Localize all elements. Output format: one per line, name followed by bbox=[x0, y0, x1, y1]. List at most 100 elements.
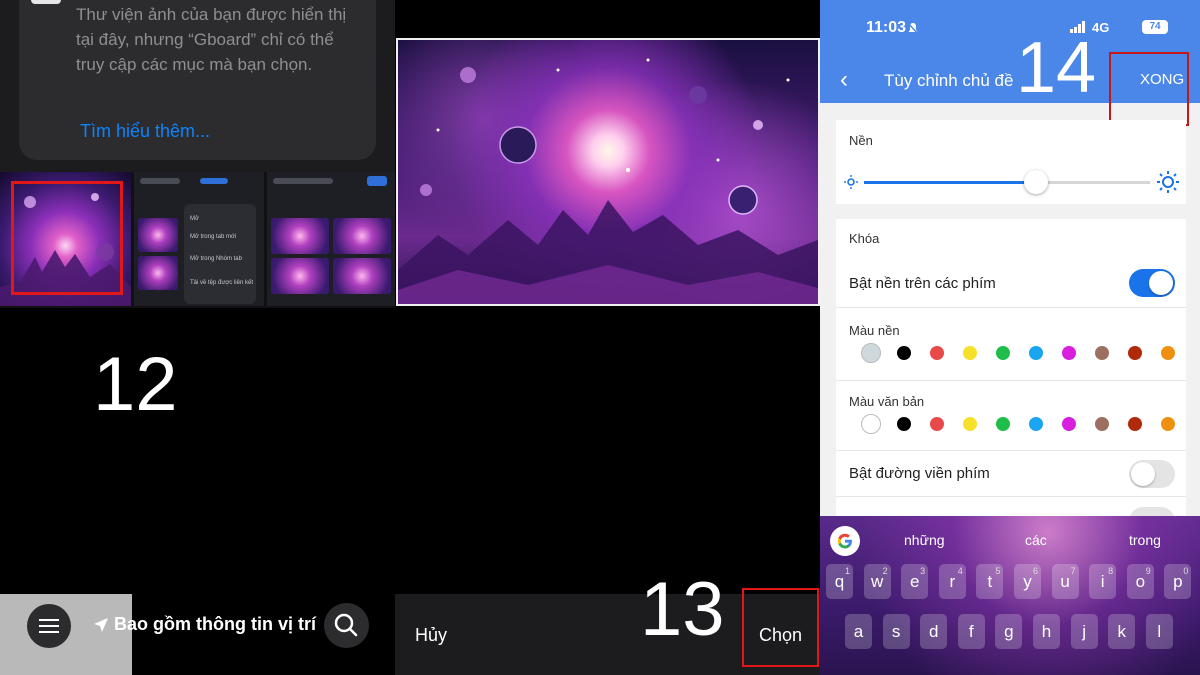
photo-thumbnail-screenshot-1[interactable]: Mở Mở trong tab mới Mở trong Nhóm tab Tả… bbox=[134, 172, 264, 306]
photo-thumbnail-screenshot-2[interactable] bbox=[267, 172, 395, 306]
key-hint: 0 bbox=[1183, 566, 1189, 576]
divider bbox=[836, 450, 1186, 451]
color-swatch[interactable] bbox=[963, 417, 977, 431]
galaxy-art bbox=[398, 58, 818, 304]
key-hint: 3 bbox=[920, 566, 926, 576]
menu-icon-line bbox=[39, 631, 59, 633]
search-button[interactable] bbox=[324, 603, 369, 648]
key-g[interactable]: g bbox=[995, 614, 1023, 649]
step-number: 12 bbox=[93, 342, 178, 427]
limited-access-card: Thư viện ảnh của bạn được hiển thị tại đ… bbox=[19, 0, 376, 160]
selected-photo-preview bbox=[396, 38, 820, 306]
key-t[interactable]: t5 bbox=[976, 564, 1004, 599]
done-highlight bbox=[1109, 52, 1189, 126]
color-swatch[interactable] bbox=[897, 417, 911, 431]
divider bbox=[836, 496, 1186, 497]
section-title: Khóa bbox=[849, 231, 880, 246]
page-title: Tùy chỉnh chủ đề bbox=[884, 71, 1014, 90]
key-k[interactable]: k bbox=[1108, 614, 1136, 649]
color-swatch[interactable] bbox=[1161, 417, 1175, 431]
key-i[interactable]: i8 bbox=[1089, 564, 1117, 599]
step-number: 14 bbox=[1016, 28, 1097, 108]
key-d[interactable]: d bbox=[920, 614, 948, 649]
mini-image bbox=[138, 256, 178, 290]
include-location-toggle[interactable]: Bao gồm thông tin vị trí bbox=[114, 614, 316, 635]
theme-settings-panel: 11:03 4G 74 ‹ Tùy chỉnh chủ đề 14 XONG N… bbox=[820, 0, 1200, 675]
mini-bar bbox=[140, 178, 180, 184]
key-s[interactable]: s bbox=[882, 614, 910, 649]
toggle-knob bbox=[1149, 271, 1173, 295]
keyboard-preview: những các trong q1 w2 e3 r4 t5 y6 u7 i8 o9 p0 asd… bbox=[820, 516, 1200, 675]
suggestion[interactable]: những bbox=[904, 532, 945, 548]
bell-muted-icon bbox=[907, 22, 919, 35]
photos-icon bbox=[31, 0, 61, 4]
color-swatch[interactable] bbox=[1095, 417, 1109, 431]
color-swatch[interactable] bbox=[930, 346, 944, 360]
key-u[interactable]: u7 bbox=[1051, 564, 1079, 599]
brightness-low-icon bbox=[844, 175, 858, 189]
color-swatch[interactable] bbox=[963, 346, 977, 360]
mini-image bbox=[333, 258, 391, 294]
text-color-label: Màu văn bản bbox=[849, 394, 925, 409]
divider bbox=[836, 307, 1186, 308]
menu-icon-line bbox=[39, 625, 59, 627]
key-e[interactable]: e3 bbox=[901, 564, 929, 599]
color-swatch[interactable] bbox=[996, 346, 1010, 360]
key-a[interactable]: a bbox=[845, 614, 872, 649]
color-swatch[interactable] bbox=[1029, 346, 1043, 360]
mini-image bbox=[271, 258, 329, 294]
selection-highlight bbox=[11, 181, 123, 295]
tutorial-composite: Thư viện ảnh của bạn được hiển thị tại đ… bbox=[0, 0, 1200, 675]
brightness-high-icon bbox=[1157, 171, 1179, 193]
suggestion[interactable]: trong bbox=[1129, 532, 1161, 548]
step-number: 13 bbox=[640, 567, 725, 652]
color-swatch[interactable] bbox=[996, 417, 1010, 431]
back-chevron-icon[interactable]: ‹ bbox=[840, 68, 848, 92]
color-swatch[interactable] bbox=[1062, 417, 1076, 431]
key-h[interactable]: h bbox=[1033, 614, 1060, 649]
key-q[interactable]: q1 bbox=[826, 564, 853, 599]
google-g-icon[interactable] bbox=[830, 526, 860, 556]
color-swatch[interactable] bbox=[1128, 346, 1142, 360]
mini-image bbox=[271, 218, 329, 254]
section-title: Nền bbox=[849, 133, 873, 148]
brightness-slider-fill bbox=[864, 181, 1036, 184]
key-o[interactable]: o9 bbox=[1126, 564, 1154, 599]
google-g-glyph bbox=[837, 533, 852, 549]
color-swatch[interactable] bbox=[1062, 346, 1076, 360]
key-l[interactable]: l bbox=[1145, 614, 1173, 649]
mini-bar bbox=[367, 176, 387, 186]
battery-level: 74 bbox=[1142, 20, 1168, 34]
mini-bar bbox=[273, 178, 333, 184]
color-swatch[interactable] bbox=[930, 417, 944, 431]
context-menu-item: Mở bbox=[190, 216, 199, 222]
key-w[interactable]: w2 bbox=[863, 564, 891, 599]
color-swatch[interactable] bbox=[1128, 417, 1142, 431]
key-hint: 9 bbox=[1145, 566, 1151, 576]
brightness-slider-thumb[interactable] bbox=[1024, 170, 1048, 194]
color-swatch[interactable] bbox=[861, 343, 881, 363]
color-swatch[interactable] bbox=[1095, 346, 1109, 360]
choose-highlight bbox=[742, 588, 819, 667]
background-card: Nền bbox=[836, 120, 1186, 204]
suggestion[interactable]: các bbox=[1025, 532, 1047, 548]
menu-button[interactable] bbox=[27, 604, 71, 648]
key-y[interactable]: y6 bbox=[1014, 564, 1041, 599]
context-menu-item: Tải về tệp được liên kết bbox=[190, 280, 253, 286]
key-background-toggle[interactable] bbox=[1129, 269, 1175, 297]
color-swatch[interactable] bbox=[861, 414, 881, 434]
key-r[interactable]: r4 bbox=[938, 564, 966, 599]
status-time: 11:03 bbox=[866, 19, 907, 36]
key-border-toggle[interactable] bbox=[1129, 460, 1175, 488]
color-swatch[interactable] bbox=[897, 346, 911, 360]
key-f[interactable]: f bbox=[957, 614, 985, 649]
context-menu-item: Mở trong Nhóm tab bbox=[190, 256, 242, 262]
color-swatch[interactable] bbox=[1029, 417, 1043, 431]
color-swatch[interactable] bbox=[1161, 346, 1175, 360]
key-j[interactable]: j bbox=[1070, 614, 1098, 649]
photo-preview-panel: Hủy 13 Chọn bbox=[395, 0, 820, 675]
cancel-button[interactable]: Hủy bbox=[415, 625, 447, 646]
mini-image bbox=[138, 218, 178, 252]
learn-more-link[interactable]: Tìm hiểu thêm... bbox=[80, 121, 210, 142]
key-p[interactable]: p0 bbox=[1164, 564, 1192, 599]
